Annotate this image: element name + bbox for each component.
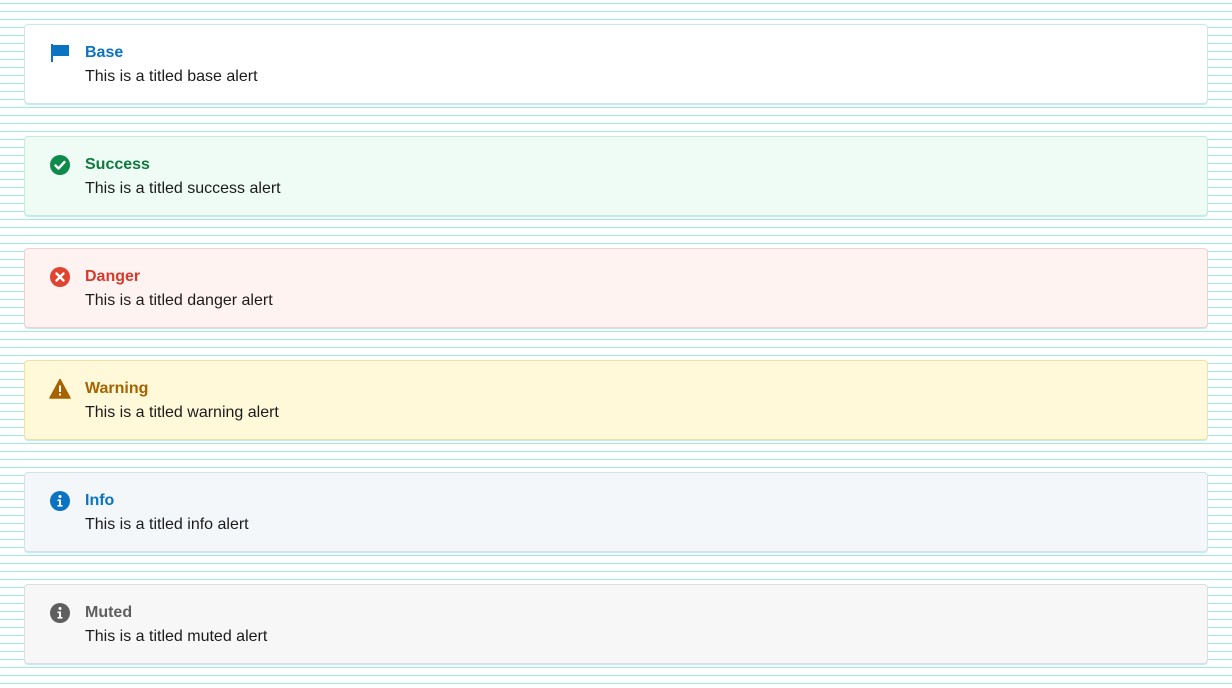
alert-message: This is a titled info alert — [85, 516, 249, 533]
warning-triangle-icon — [49, 378, 71, 400]
info-circle-icon — [49, 490, 71, 512]
alert-title: Danger — [85, 268, 141, 285]
danger-alert: Danger This is a titled danger alert — [24, 248, 1208, 328]
base-alert: Base This is a titled base alert — [24, 24, 1208, 104]
alert-title: Base — [85, 44, 124, 61]
success-alert: Success This is a titled success alert — [24, 136, 1208, 216]
alert-title: Success — [85, 156, 150, 173]
info-circle-icon — [49, 602, 71, 624]
info-alert: Info This is a titled info alert — [24, 472, 1208, 552]
muted-alert: Muted This is a titled muted alert — [24, 584, 1208, 664]
x-circle-icon — [49, 266, 71, 288]
alert-message: This is a titled danger alert — [85, 292, 273, 309]
alert-message: This is a titled success alert — [85, 180, 281, 197]
alert-title: Muted — [85, 604, 133, 621]
alert-title: Warning — [85, 380, 149, 397]
alert-list: Base This is a titled base alert Success… — [24, 24, 1208, 664]
alert-message: This is a titled base alert — [85, 68, 258, 85]
flag-icon — [49, 42, 71, 64]
alert-title: Info — [85, 492, 115, 509]
alert-message: This is a titled muted alert — [85, 628, 268, 645]
alert-message: This is a titled warning alert — [85, 404, 279, 421]
warning-alert: Warning This is a titled warning alert — [24, 360, 1208, 440]
check-circle-icon — [49, 154, 71, 176]
